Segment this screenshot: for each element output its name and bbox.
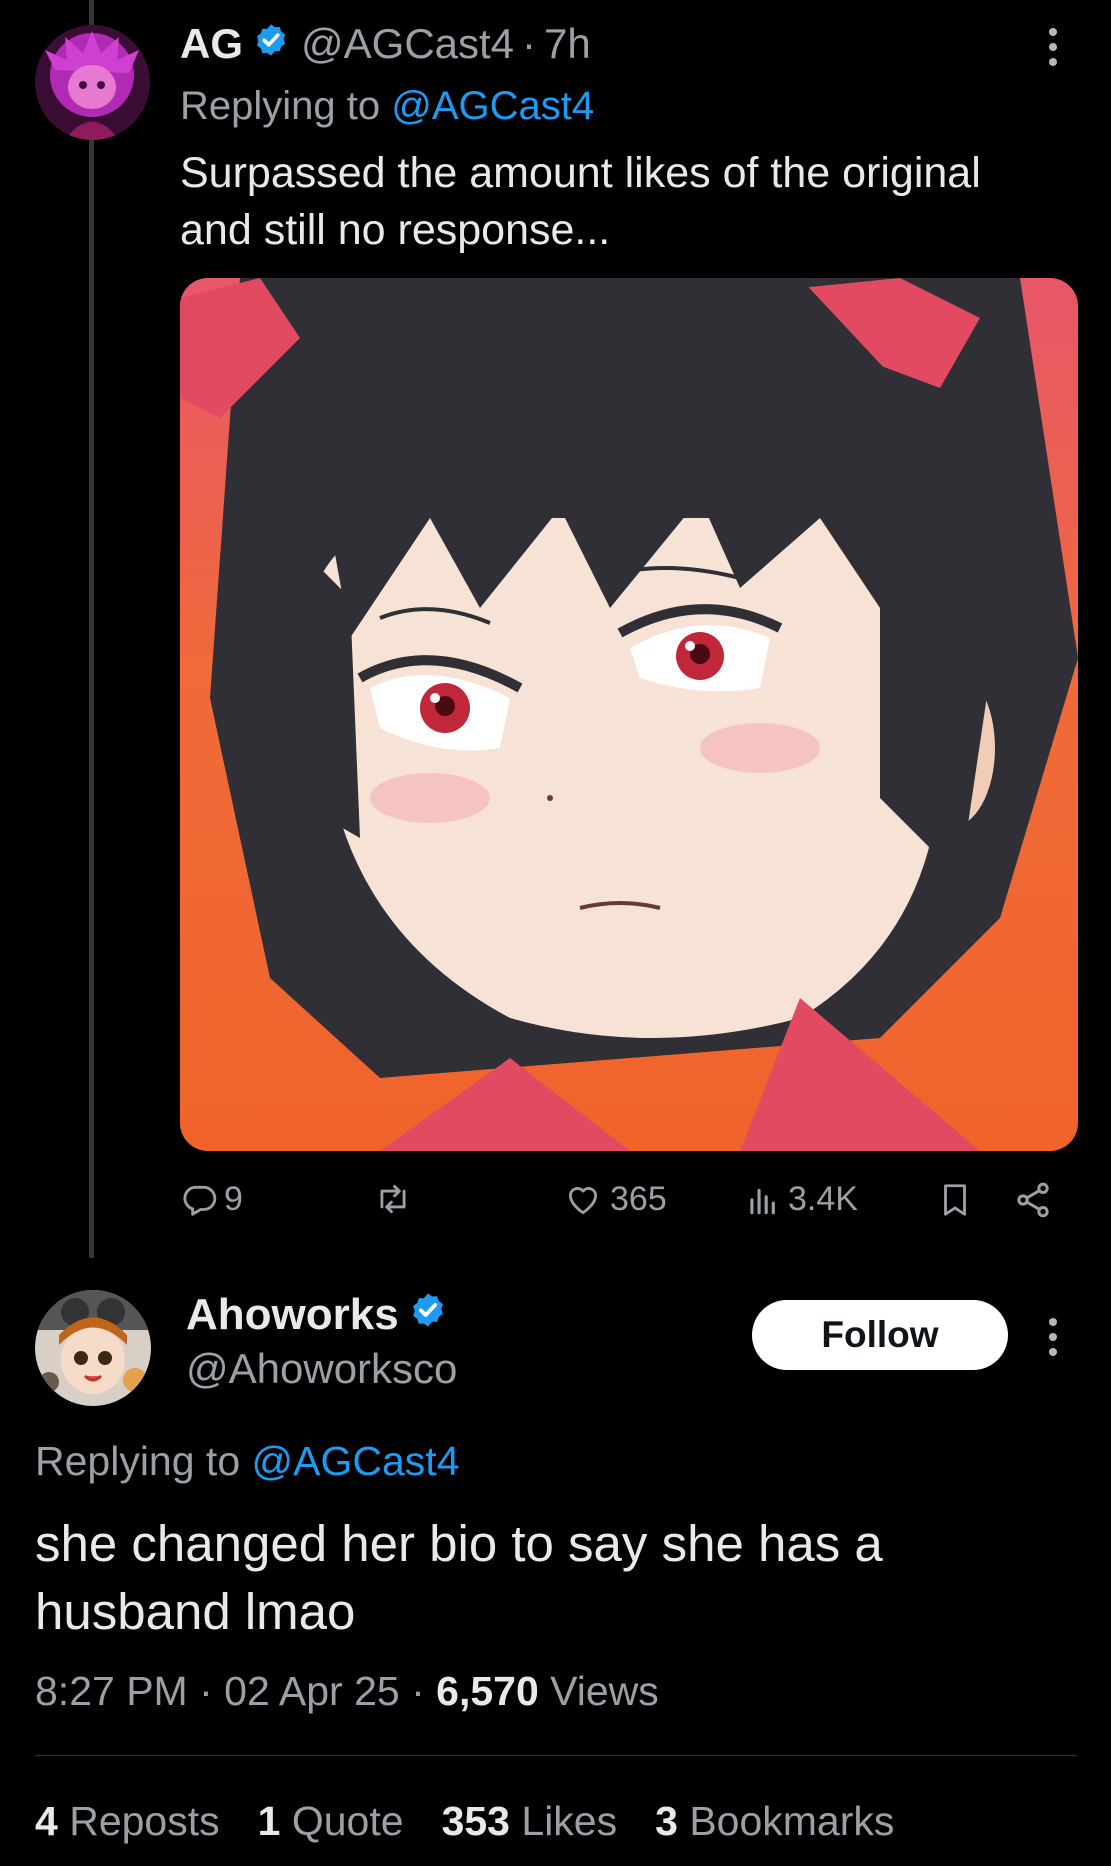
likes-count: 353 xyxy=(441,1798,510,1844)
divider xyxy=(35,1755,1077,1756)
tweet1-text-line: Surpassed the amount likes of the origin… xyxy=(180,149,981,197)
tweet2-meta: 8:27 PM · 02 Apr 25 · 6,570 Views xyxy=(35,1668,659,1715)
share-icon xyxy=(1017,1182,1049,1218)
ahoworks-display-name[interactable]: Ahoworks xyxy=(186,1290,399,1340)
views-button[interactable]: 3.4K xyxy=(744,1180,858,1219)
tweet-date[interactable]: 02 Apr 25 xyxy=(224,1668,400,1714)
separator-dot: · xyxy=(411,1668,437,1714)
ahoworks-handle[interactable]: @Ahoworksco xyxy=(186,1345,457,1393)
quote-stat[interactable]: 1 Quote xyxy=(258,1798,404,1845)
tweet2-text: she changed her bio to say she has a hus… xyxy=(35,1510,1085,1646)
ag-handle[interactable]: @AGCast4 xyxy=(301,20,514,68)
replying-to-link[interactable]: @AGCast4 xyxy=(252,1438,460,1484)
share-button[interactable] xyxy=(1012,1180,1054,1220)
tweet1-header: AG @AGCast4 · 7h xyxy=(180,20,591,68)
more-icon[interactable] xyxy=(1049,28,1057,66)
bookmarks-count: 3 xyxy=(655,1798,678,1844)
tweet1-media-image[interactable] xyxy=(180,278,1078,1151)
separator-dot: · xyxy=(199,1668,225,1714)
bookmarks-stat[interactable]: 3 Bookmarks xyxy=(655,1798,894,1845)
replying-prefix: Replying to xyxy=(180,84,381,128)
ag-avatar[interactable] xyxy=(35,25,150,140)
heart-icon xyxy=(568,1186,598,1214)
reposts-count: 4 xyxy=(35,1798,58,1844)
tweet1-replying-to: Replying to @AGCast4 xyxy=(180,84,594,129)
more-icon[interactable] xyxy=(1049,1318,1057,1356)
tweet1-text-line: and still no response... xyxy=(180,206,611,254)
views-count: 3.4K xyxy=(788,1180,858,1218)
tweet2-stats: 4 Reposts 1 Quote 353 Likes 3 Bookmarks xyxy=(35,1798,894,1845)
repost-button[interactable] xyxy=(372,1180,414,1218)
views-label: Views xyxy=(550,1668,659,1714)
tweet1-time[interactable]: 7h xyxy=(544,20,591,68)
reposts-label: Reposts xyxy=(69,1798,220,1844)
tweet2-replying-to: Replying to @AGCast4 xyxy=(35,1438,460,1485)
reply-button[interactable]: 9 xyxy=(180,1180,243,1219)
like-button[interactable]: 365 xyxy=(562,1180,667,1219)
like-count: 365 xyxy=(610,1180,667,1218)
ag-display-name[interactable]: AG xyxy=(180,20,243,68)
replying-prefix: Replying to xyxy=(35,1438,241,1484)
verified-badge-icon xyxy=(253,20,289,68)
bookmark-icon xyxy=(944,1184,966,1216)
repost-icon xyxy=(380,1184,406,1214)
likes-label: Likes xyxy=(521,1798,618,1844)
quote-label: Quote xyxy=(291,1798,404,1844)
tweet1-text: Surpassed the amount likes of the origin… xyxy=(180,145,1080,259)
reply-count: 9 xyxy=(224,1180,243,1218)
quote-count: 1 xyxy=(257,1798,281,1844)
thread-connector-line xyxy=(89,0,94,1258)
verified-badge-icon xyxy=(409,1290,447,1340)
views-count: 6,570 xyxy=(436,1668,539,1714)
separator-dot: · xyxy=(522,20,537,67)
tweet2-text-line: she changed her bio to say she has a xyxy=(35,1515,883,1572)
reposts-stat[interactable]: 4 Reposts xyxy=(35,1798,220,1845)
views-icon xyxy=(750,1188,775,1214)
bookmarks-label: Bookmarks xyxy=(689,1798,895,1844)
ahoworks-avatar[interactable] xyxy=(35,1290,151,1406)
tweet2-text-line: husband lmao xyxy=(35,1583,356,1640)
tweet-time[interactable]: 8:27 PM xyxy=(35,1668,188,1714)
likes-stat[interactable]: 353 Likes xyxy=(442,1798,618,1845)
ahoworks-header: Ahoworks xyxy=(186,1290,447,1340)
replying-to-link[interactable]: @AGCast4 xyxy=(391,84,594,128)
tweet1-action-bar: 9 365 3.4K xyxy=(0,1180,1111,1230)
bookmark-button[interactable] xyxy=(936,1180,974,1220)
follow-button[interactable]: Follow xyxy=(752,1300,1008,1370)
reply-icon xyxy=(183,1185,217,1216)
